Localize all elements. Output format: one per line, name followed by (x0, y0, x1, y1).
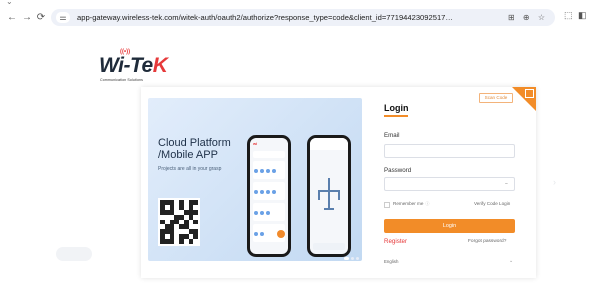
address-bar[interactable]: ⚌ app-gateway.wireless-tek.com/witek-aut… (51, 9, 555, 26)
qr-code-icon (525, 89, 534, 98)
phone-header (310, 138, 348, 150)
app-qr-code (158, 198, 200, 246)
promo-title-line2: /Mobile APP (158, 149, 218, 161)
carousel-dots (342, 247, 359, 261)
login-title-underline (384, 115, 408, 117)
login-button[interactable]: Login (384, 219, 515, 233)
promo-panel: Cloud Platform /Mobile APP Projects are … (148, 98, 362, 261)
password-label: Password (384, 167, 412, 174)
tune-icon[interactable]: ⚌ (56, 12, 70, 23)
eye-closed-icon[interactable]: ⌣ (505, 181, 508, 187)
remember-me[interactable]: Remember me ⓘ (393, 201, 429, 207)
logo-tagline: Communication Solutions (100, 78, 144, 82)
register-link[interactable]: Register (384, 238, 407, 245)
tab-strip-edge: ⌄ (6, 0, 13, 6)
promo-title: Cloud Platform /Mobile APP (158, 137, 231, 161)
back-button[interactable]: ← (6, 12, 18, 24)
phone-list-row (253, 203, 285, 221)
carousel-dot[interactable] (351, 257, 354, 260)
logo-wordmark: Wi-TeK (99, 54, 168, 78)
chevron-down-icon[interactable]: ⌄ (509, 258, 513, 264)
zoom-icon[interactable]: ⊕ (523, 13, 530, 22)
phone-list-row (253, 182, 285, 200)
phone-app-logo: wi (253, 141, 258, 146)
phone-add-button (277, 230, 285, 238)
phone-mockup-list: wi (247, 135, 291, 257)
remember-me-label: Remember me (393, 201, 424, 206)
chevron-right-icon: › (553, 177, 556, 187)
phone-list-row (253, 161, 285, 179)
remember-me-checkbox[interactable] (384, 202, 390, 208)
star-icon[interactable]: ☆ (538, 13, 545, 22)
language-select[interactable]: English (384, 259, 398, 264)
brand-logo: ((•)) Wi-TeK Communication Solutions (99, 49, 209, 88)
qr-login-toggle[interactable] (512, 87, 536, 111)
forgot-password-link[interactable]: Forgot password? (468, 239, 506, 244)
phone-list-row (253, 151, 285, 158)
forward-button[interactable]: → (21, 12, 33, 24)
address-bar-actions: ⊞ ⊕ ☆ (502, 12, 545, 23)
login-card: Cloud Platform /Mobile APP Projects are … (141, 87, 536, 278)
browser-toolbar: ⌄ ← → ⟳ ⚌ app-gateway.wireless-tek.com/w… (0, 0, 592, 36)
extensions-icon[interactable]: ⬚ (564, 10, 573, 21)
phone-mockup-topology (307, 135, 351, 257)
carousel-dot-active[interactable] (344, 257, 349, 260)
email-field[interactable] (384, 144, 515, 158)
password-field[interactable]: ⌣ (384, 177, 515, 191)
reload-button[interactable]: ⟳ (35, 12, 47, 24)
url-text[interactable]: app-gateway.wireless-tek.com/witek-auth/… (77, 12, 457, 23)
qr-pattern (160, 200, 198, 244)
logo-text-red: K (152, 54, 168, 77)
login-title: Login (384, 103, 409, 113)
phone-tabbar (313, 243, 345, 250)
scan-code-button[interactable]: Scan Code (479, 93, 513, 103)
background-cloud (56, 247, 92, 261)
topology-diagram (316, 178, 342, 218)
logo-text-dark: Wi-Te (99, 54, 153, 77)
carousel-dot[interactable] (356, 257, 359, 260)
promo-title-line1: Cloud Platform (158, 137, 231, 149)
translate-icon[interactable]: ⊞ (508, 13, 515, 22)
sidebar-icon[interactable]: ◧ (578, 10, 587, 21)
email-label: Email (384, 132, 400, 139)
verify-code-login-link[interactable]: Verify Code Login (474, 201, 510, 206)
promo-subtitle: Projects are all in your grasp (158, 166, 222, 172)
info-icon[interactable]: ⓘ (425, 201, 429, 206)
